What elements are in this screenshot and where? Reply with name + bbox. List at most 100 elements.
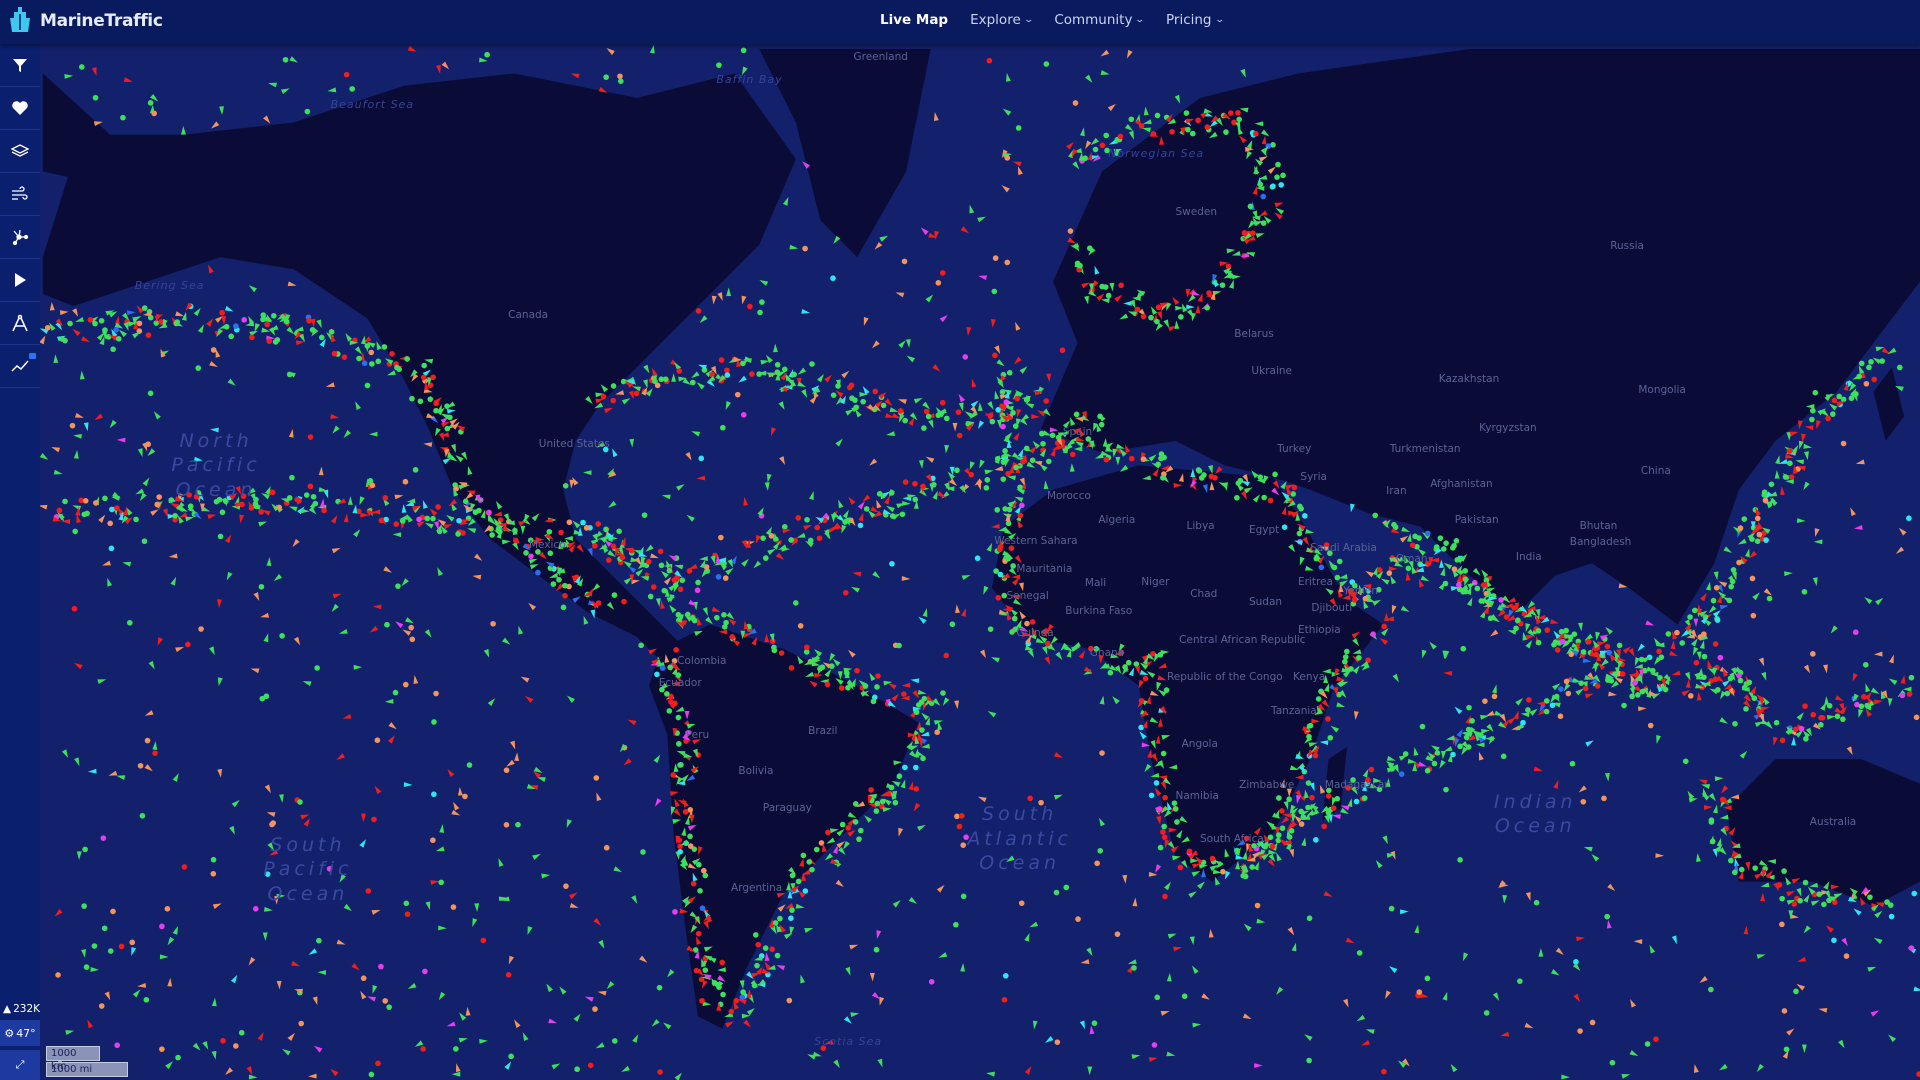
vessel-marker-cargo[interactable] — [1424, 975, 1431, 982]
vessel-marker-fishing[interactable] — [503, 767, 510, 774]
vessel-marker-cargo[interactable] — [260, 316, 266, 323]
vessel-marker-cargo[interactable] — [984, 477, 991, 483]
vessel-marker-tug[interactable] — [659, 665, 666, 671]
vessel-marker-cargo[interactable] — [1868, 359, 1874, 365]
vessel-marker-cargo[interactable] — [920, 755, 926, 762]
vessel-marker-fishing[interactable] — [1756, 531, 1763, 538]
vessel-marker-cargo[interactable] — [1092, 146, 1099, 153]
vessel-marker-cargo[interactable] — [697, 888, 703, 894]
vessel-marker-passenger[interactable] — [1138, 724, 1144, 731]
vessel-marker-passenger[interactable] — [912, 764, 919, 771]
vessel-marker-cargo[interactable] — [641, 512, 648, 518]
vessel-marker-cargo[interactable] — [304, 108, 311, 115]
vessel-marker-cargo[interactable] — [107, 948, 114, 954]
vessel-marker-cargo[interactable] — [1306, 1057, 1312, 1064]
vessel-marker-cargo[interactable] — [228, 333, 234, 340]
vessel-marker-pleasure[interactable] — [100, 835, 107, 841]
vessel-marker-cargo[interactable] — [210, 856, 217, 863]
vessel-marker-passenger[interactable] — [830, 275, 836, 282]
vessel-marker-passenger[interactable] — [995, 407, 1002, 413]
vessel-marker-cargo[interactable] — [417, 398, 424, 405]
vessel-marker-fishing[interactable] — [430, 837, 436, 844]
vessel-marker-cargo[interactable] — [1908, 674, 1915, 681]
vessel-marker-tanker[interactable] — [1017, 512, 1024, 519]
vessel-marker-cargo[interactable] — [925, 413, 932, 420]
vessel-marker-cargo[interactable] — [1644, 1041, 1651, 1047]
vessel-marker-cargo[interactable] — [1665, 631, 1672, 637]
vessel-marker-cargo[interactable] — [1457, 857, 1463, 863]
vessel-marker-cargo[interactable] — [1571, 631, 1578, 637]
vessel-marker-cargo[interactable] — [562, 482, 569, 489]
vessel-marker-pleasure[interactable] — [326, 865, 333, 872]
vessel-marker-fishing[interactable] — [298, 1020, 305, 1027]
vessel-marker-cargo[interactable] — [830, 392, 837, 398]
vessel-marker-cargo[interactable] — [316, 937, 322, 944]
vessel-marker-tanker[interactable] — [512, 537, 519, 544]
vessel-marker-tanker[interactable] — [1206, 290, 1212, 296]
vessel-marker-tanker[interactable] — [1231, 119, 1237, 126]
vessel-marker-cargo[interactable] — [431, 719, 437, 725]
vessel-marker-fishing[interactable] — [603, 844, 610, 851]
vessel-marker-tanker[interactable] — [1250, 230, 1256, 236]
vessel-marker-cargo[interactable] — [610, 383, 617, 389]
vessel-marker-cargo[interactable] — [1325, 787, 1332, 794]
vessel-marker-cargo[interactable] — [484, 51, 490, 58]
vessel-marker-fishing[interactable] — [1114, 931, 1121, 937]
vessel-marker-fishing[interactable] — [1810, 651, 1816, 657]
vessel-marker-cargo[interactable] — [270, 312, 277, 319]
vessel-marker-tanker[interactable] — [87, 317, 94, 323]
vessel-marker-cargo[interactable] — [508, 1053, 514, 1060]
vessel-marker-passenger[interactable] — [264, 871, 271, 877]
vessel-marker-tanker[interactable] — [240, 493, 247, 499]
vessel-marker-cargo[interactable] — [67, 320, 73, 327]
vessel-marker-cargo[interactable] — [1779, 895, 1785, 902]
vessel-marker-tanker[interactable] — [718, 357, 725, 363]
vessel-marker-pleasure[interactable] — [1019, 502, 1025, 509]
vessel-marker-cargo[interactable] — [860, 398, 866, 405]
vessel-marker-cargo[interactable] — [1005, 555, 1011, 562]
vessel-marker-cargo[interactable] — [1810, 407, 1816, 414]
vessel-marker-tanker[interactable] — [562, 592, 568, 599]
vessel-marker-cargo[interactable] — [1569, 760, 1576, 767]
vessel-marker-tanker[interactable] — [1008, 545, 1015, 552]
vessel-marker-passenger[interactable] — [431, 791, 437, 798]
vessel-marker-cargo[interactable] — [1154, 994, 1161, 1001]
vessel-marker-cargo[interactable] — [1884, 899, 1890, 905]
vessel-marker-tanker[interactable] — [1001, 996, 1008, 1003]
vessel-marker-cargo[interactable] — [1463, 734, 1470, 741]
vessel-marker-cargo[interactable] — [1356, 950, 1363, 956]
analytics-button[interactable] — [0, 345, 40, 388]
vessel-marker-tanker[interactable] — [1027, 795, 1033, 802]
vessel-marker-tanker[interactable] — [248, 505, 255, 511]
vessel-marker-cargo[interactable] — [994, 507, 1001, 513]
vessel-marker-cargo[interactable] — [1701, 653, 1708, 660]
vessel-marker-cargo[interactable] — [1738, 866, 1745, 873]
vessel-marker-tanker[interactable] — [633, 390, 640, 397]
vessel-marker-cargo[interactable] — [754, 962, 760, 969]
vessel-marker-cargo[interactable] — [1049, 432, 1056, 439]
vessel-marker-cargo[interactable] — [444, 425, 451, 432]
vessel-marker-cargo[interactable] — [263, 693, 270, 700]
vessel-marker-cargo[interactable] — [740, 989, 746, 995]
vessel-marker-cargo[interactable] — [953, 921, 959, 928]
vessel-marker-fishing[interactable] — [1750, 612, 1757, 619]
vessel-marker-cargo[interactable] — [1812, 389, 1819, 396]
vessel-marker-cargo[interactable] — [175, 1054, 181, 1061]
vessel-marker-pleasure[interactable] — [378, 963, 384, 970]
measure-button[interactable] — [0, 302, 40, 345]
vessel-marker-cargo[interactable] — [392, 689, 399, 696]
vessel-marker-cargo[interactable] — [1749, 536, 1755, 542]
vessel-marker-tanker[interactable] — [1424, 561, 1431, 567]
vessel-marker-cargo[interactable] — [1158, 455, 1164, 462]
vessel-marker-cargo[interactable] — [1290, 491, 1296, 497]
logo[interactable]: MarineTraffic — [6, 6, 163, 36]
vessel-marker-cargo[interactable] — [603, 526, 609, 533]
vessel-marker-cargo[interactable] — [1017, 484, 1023, 491]
vessel-marker-fishing[interactable] — [566, 519, 573, 526]
vessel-marker-tanker[interactable] — [610, 543, 617, 550]
vessel-marker-cargo[interactable] — [896, 642, 902, 649]
vessel-marker-cargo[interactable] — [1306, 733, 1312, 740]
vessel-marker-cargo[interactable] — [720, 991, 726, 998]
vessel-marker-cargo[interactable] — [172, 512, 178, 519]
vessel-marker-cargo[interactable] — [1679, 640, 1686, 646]
